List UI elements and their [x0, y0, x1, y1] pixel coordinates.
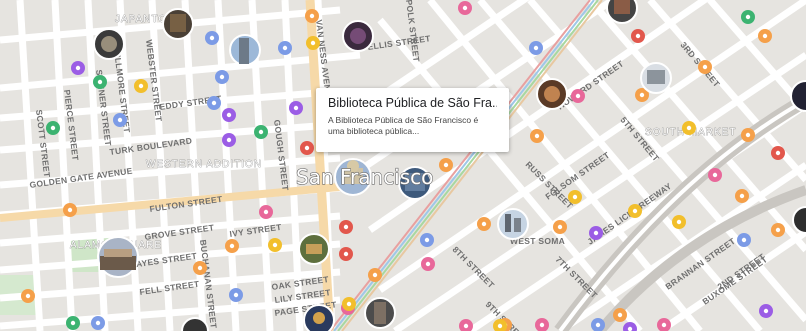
popup-title[interactable]: Biblioteca Pública de São Fra...: [328, 96, 497, 110]
poi-marker-park[interactable]: [66, 316, 80, 330]
poi-marker-attraction[interactable]: [222, 133, 236, 147]
poi-marker-restaurant[interactable]: [530, 129, 544, 143]
poi-marker-shop[interactable]: [421, 257, 435, 271]
photo-marker[interactable]: [303, 304, 335, 331]
poi-marker-shop[interactable]: [458, 1, 472, 15]
poi-marker-landmark[interactable]: [737, 233, 751, 247]
poi-marker-landmark[interactable]: [207, 96, 221, 110]
poi-marker-restaurant[interactable]: [553, 220, 567, 234]
poi-marker-landmark[interactable]: [420, 233, 434, 247]
photo-marker[interactable]: [364, 297, 396, 329]
poi-marker-park[interactable]: [46, 121, 60, 135]
poi-marker-park[interactable]: [741, 10, 755, 24]
poi-marker-restaurant[interactable]: [63, 203, 77, 217]
poi-marker-library[interactable]: [631, 29, 645, 43]
photo-marker[interactable]: [229, 34, 261, 66]
poi-marker-restaurant[interactable]: [21, 289, 35, 303]
poi-marker-library[interactable]: [771, 146, 785, 160]
poi-marker-hotel[interactable]: [628, 204, 642, 218]
photo-marker[interactable]: [536, 78, 568, 110]
poi-marker-restaurant[interactable]: [698, 60, 712, 74]
poi-marker-restaurant[interactable]: [735, 189, 749, 203]
poi-marker-restaurant[interactable]: [305, 9, 319, 23]
photo-marker[interactable]: [97, 236, 139, 278]
poi-marker-hotel[interactable]: [134, 79, 148, 93]
popup-description: A Biblioteca Pública de São Francisco é …: [328, 115, 479, 136]
poi-marker-restaurant[interactable]: [771, 223, 785, 237]
poi-marker-library[interactable]: [300, 141, 314, 155]
poi-marker-attraction[interactable]: [289, 101, 303, 115]
poi-marker-shop[interactable]: [571, 89, 585, 103]
poi-marker-hotel[interactable]: [306, 36, 320, 50]
poi-marker-hotel[interactable]: [342, 297, 356, 311]
photo-marker[interactable]: [606, 0, 638, 24]
poi-marker-attraction[interactable]: [222, 108, 236, 122]
poi-marker-hotel[interactable]: [672, 215, 686, 229]
poi-marker-landmark[interactable]: [229, 288, 243, 302]
poi-marker-restaurant[interactable]: [758, 29, 772, 43]
poi-marker-landmark[interactable]: [113, 113, 127, 127]
poi-marker-landmark[interactable]: [205, 31, 219, 45]
poi-marker-attraction[interactable]: [759, 304, 773, 318]
poi-marker-attraction[interactable]: [589, 226, 603, 240]
poi-marker-shop[interactable]: [708, 168, 722, 182]
poi-marker-landmark[interactable]: [215, 70, 229, 84]
poi-marker-park[interactable]: [93, 75, 107, 89]
city-label: San Francisco: [296, 165, 433, 189]
photo-marker[interactable]: [640, 62, 672, 94]
poi-marker-attraction[interactable]: [71, 61, 85, 75]
poi-marker-restaurant[interactable]: [193, 261, 207, 275]
poi-marker-restaurant[interactable]: [613, 308, 627, 322]
photo-marker[interactable]: [162, 8, 194, 40]
poi-marker-restaurant[interactable]: [741, 128, 755, 142]
poi-marker-shop[interactable]: [259, 205, 273, 219]
poi-marker-library[interactable]: [339, 247, 353, 261]
map-canvas[interactable]: WESTERN ADDITION SOUTH MARKET JAPANTOWN …: [0, 0, 806, 331]
district-label-western-addition: WESTERN ADDITION: [146, 159, 262, 170]
poi-marker-park[interactable]: [254, 125, 268, 139]
photo-marker[interactable]: [497, 208, 529, 240]
poi-marker-landmark[interactable]: [278, 41, 292, 55]
poi-marker-restaurant[interactable]: [225, 239, 239, 253]
poi-marker-restaurant[interactable]: [368, 268, 382, 282]
poi-marker-library[interactable]: [339, 220, 353, 234]
photo-marker[interactable]: [93, 28, 125, 60]
poi-marker-landmark[interactable]: [529, 41, 543, 55]
photo-marker[interactable]: [342, 20, 374, 52]
poi-marker-restaurant[interactable]: [477, 217, 491, 231]
poi-marker-restaurant[interactable]: [439, 158, 453, 172]
map-view[interactable]: WESTERN ADDITION SOUTH MARKET JAPANTOWN …: [0, 0, 806, 331]
poi-marker-landmark[interactable]: [91, 316, 105, 330]
place-popup[interactable]: Biblioteca Pública de São Fra... A Bibli…: [316, 88, 509, 152]
photo-marker[interactable]: [298, 233, 330, 265]
poi-marker-hotel[interactable]: [568, 190, 582, 204]
poi-marker-hotel[interactable]: [268, 238, 282, 252]
poi-marker-hotel[interactable]: [682, 121, 696, 135]
